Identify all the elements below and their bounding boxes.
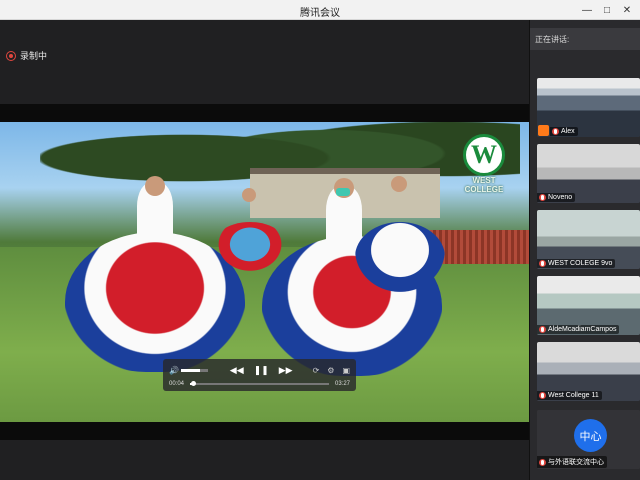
logo-text-college: COLLEGE: [464, 185, 504, 194]
participant-name-tag: Noveno: [537, 193, 576, 202]
window-title: 腾讯会议: [300, 8, 340, 19]
participant-name-tag: WEST COLEGE 9vo: [537, 259, 616, 268]
settings-icon[interactable]: ⚙: [327, 366, 334, 375]
participant-tile[interactable]: Noveno: [537, 144, 640, 203]
recording-label: 录制中: [20, 51, 48, 61]
video-frame: W WEST COLLEGE 🔊 ◀◀ ❚❚ ▶▶ ⟳ ⚙ ▣ 00:04 03…: [0, 122, 529, 422]
participant-name: Noveno: [548, 194, 573, 201]
fast-forward-button[interactable]: ▶▶: [279, 365, 293, 376]
participant-name-tag: West College 11: [537, 391, 602, 400]
seek-handle[interactable]: [190, 380, 196, 386]
elapsed-time: 00:04: [169, 380, 185, 387]
participant-name-tag: AldeMcadiamCampos: [537, 325, 620, 334]
participant-tile[interactable]: Alex: [537, 78, 640, 137]
close-button[interactable]: ✕: [618, 2, 636, 18]
dancer-back-right: [355, 176, 445, 292]
shared-video[interactable]: W WEST COLLEGE 🔊 ◀◀ ❚❚ ▶▶ ⟳ ⚙ ▣ 00:04 03…: [0, 104, 529, 440]
participant-name-tag: Alex: [550, 127, 578, 136]
maximize-button[interactable]: □: [598, 2, 616, 18]
mic-muted-icon: [539, 194, 546, 201]
participants-sidebar: 正在讲话: Alex Noveno WEST COLEGE 9vo AldeMcadi…: [529, 20, 640, 480]
mic-muted-icon: [552, 128, 559, 135]
volume-icon[interactable]: 🔊: [169, 366, 179, 375]
window-controls: — □ ✕: [578, 2, 636, 18]
participant-tile[interactable]: 中心与外语联交流中心: [537, 410, 640, 469]
seek-bar[interactable]: [190, 380, 329, 386]
participant-name: WEST COLEGE 9vo: [548, 260, 613, 267]
video-player-controls[interactable]: 🔊 ◀◀ ❚❚ ▶▶ ⟳ ⚙ ▣ 00:04 03:27: [163, 359, 356, 391]
minimize-button[interactable]: —: [578, 2, 596, 18]
record-icon: [6, 50, 16, 61]
loop-icon[interactable]: ⟳: [313, 366, 320, 375]
west-college-logo: W WEST COLLEGE: [459, 134, 509, 210]
participant-name-tag: 与外语联交流中心: [537, 456, 607, 468]
hand-raise-icon: [538, 125, 549, 136]
title-bar: 腾讯会议 — □ ✕: [0, 0, 640, 20]
pause-button[interactable]: ❚❚: [254, 365, 269, 376]
duration-time: 03:27: [334, 380, 350, 387]
participant-avatar: 中心: [574, 419, 607, 452]
fullscreen-icon[interactable]: ▣: [342, 366, 350, 375]
participant-tile[interactable]: WEST COLEGE 9vo: [537, 210, 640, 269]
mic-muted-icon: [539, 392, 546, 399]
logo-text-west: WEST: [472, 176, 496, 185]
rewind-button[interactable]: ◀◀: [230, 365, 244, 376]
volume-slider[interactable]: [180, 368, 208, 372]
speaking-indicator: 正在讲话:: [530, 28, 640, 50]
participant-name: 与外语联交流中心: [548, 459, 604, 466]
participant-name: Alex: [561, 128, 575, 135]
speaking-label: 正在讲话:: [535, 34, 570, 44]
participant-name: West College 11: [548, 392, 599, 399]
participant-tile[interactable]: AldeMcadiamCampos: [537, 276, 640, 335]
mic-muted-icon: [539, 458, 546, 466]
mic-muted-icon: [539, 260, 546, 267]
participant-name: AldeMcadiamCampos: [548, 326, 617, 333]
participant-tile[interactable]: West College 11: [537, 342, 640, 401]
recording-indicator[interactable]: 录制中: [6, 49, 47, 62]
volume-level: [180, 368, 200, 372]
dancer-back-left: [210, 188, 290, 278]
logo-emblem: W: [463, 134, 505, 176]
mic-muted-icon: [539, 326, 546, 333]
